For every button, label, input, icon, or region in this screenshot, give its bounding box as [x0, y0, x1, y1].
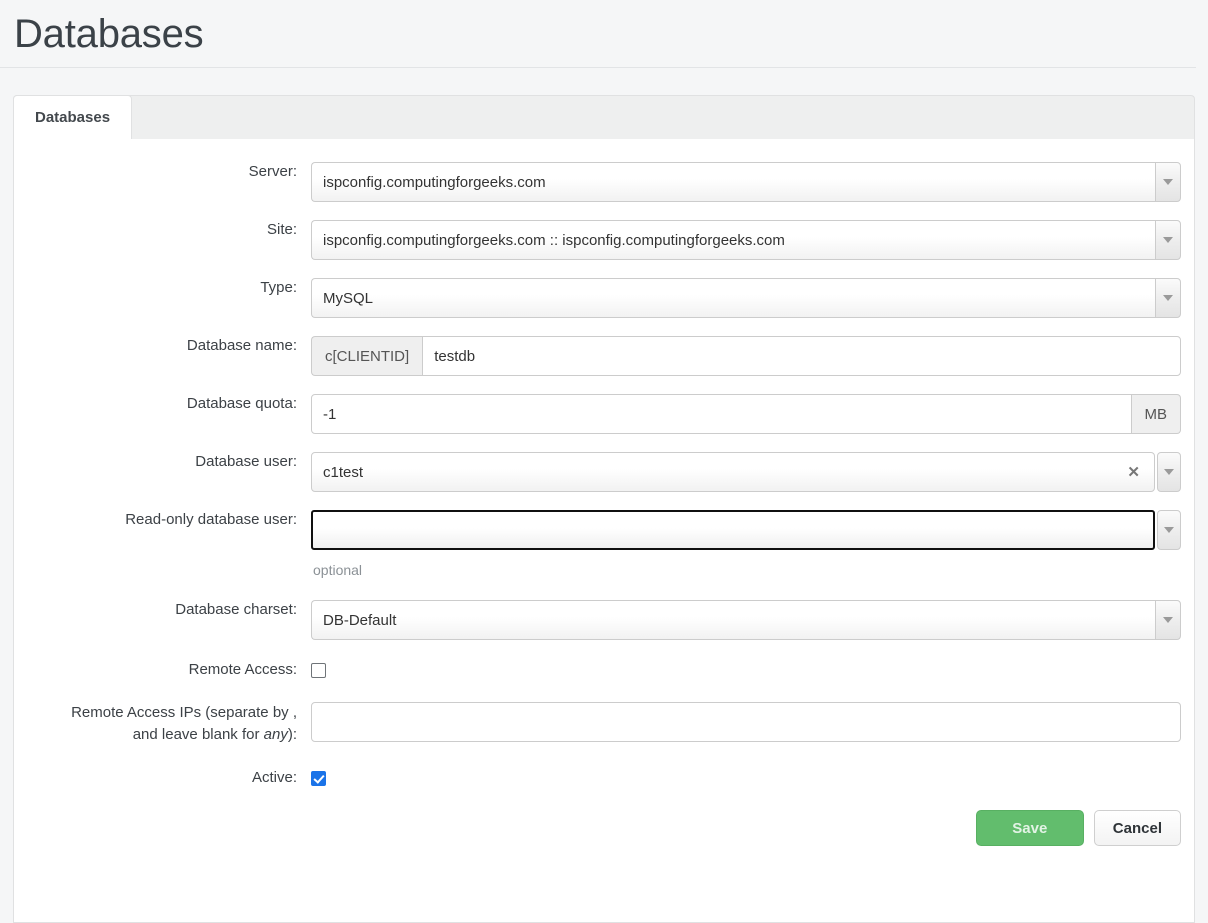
tab-databases[interactable]: Databases: [13, 95, 133, 139]
database-name-group: c[CLIENTID] testdb: [311, 336, 1181, 376]
save-button[interactable]: Save: [975, 810, 1084, 846]
chevron-down-glyph: [1164, 469, 1174, 475]
database-form: Server: ispconfig.computingforgeeks.com …: [14, 139, 1194, 846]
type-select-value: MySQL: [311, 278, 1155, 318]
remote-access-ips-label-line2-post: ):: [287, 726, 297, 743]
database-quota-label: Database quota:: [186, 395, 297, 412]
form-row-remote-access: Remote Access:: [14, 660, 1194, 680]
chevron-down-icon[interactable]: [1155, 162, 1181, 202]
remote-access-label: Remote Access:: [188, 661, 297, 678]
remote-access-ips-input[interactable]: [311, 702, 1181, 742]
chevron-down-icon[interactable]: [1155, 220, 1181, 260]
database-charset-value: DB-Default: [311, 600, 1155, 640]
site-label: Site:: [266, 221, 297, 238]
database-quota-unit: MB: [1131, 394, 1181, 434]
database-quota-group: -1 MB: [311, 394, 1181, 434]
type-select[interactable]: MySQL: [311, 278, 1181, 318]
active-checkbox[interactable]: [311, 771, 326, 786]
chevron-down-glyph: [1163, 237, 1173, 243]
database-user-value: c1test: [323, 463, 364, 481]
remote-access-ips-label: Remote Access IPs (separate by , and lea…: [14, 702, 311, 746]
close-icon[interactable]: ✕: [1127, 465, 1143, 480]
readonly-database-user-combobox[interactable]: [311, 510, 1181, 550]
page-title: Databases: [14, 11, 204, 56]
chevron-down-icon[interactable]: [1157, 510, 1181, 550]
chevron-down-icon[interactable]: [1155, 278, 1181, 318]
chevron-down-glyph: [1164, 527, 1174, 533]
remote-access-ips-label-emphasis: any: [263, 726, 288, 743]
remote-access-ips-label-line1: Remote Access IPs (separate by ,: [71, 704, 297, 721]
remote-access-ips-label-line2-pre: and leave blank for: [132, 726, 264, 743]
form-row-type: Type: MySQL: [14, 278, 1194, 318]
database-user-label: Database user:: [195, 453, 297, 470]
active-label: Active:: [251, 769, 297, 786]
database-name-label: Database name:: [186, 337, 297, 354]
site-select[interactable]: ispconfig.computingforgeeks.com :: ispco…: [311, 220, 1181, 260]
form-row-active: Active:: [14, 768, 1194, 788]
form-actions: Save Cancel: [14, 788, 1194, 846]
cancel-button[interactable]: Cancel: [1093, 810, 1181, 846]
chevron-down-glyph: [1163, 179, 1173, 185]
form-row-site: Site: ispconfig.computingforgeeks.com ::…: [14, 220, 1194, 260]
server-label: Server:: [248, 163, 297, 180]
form-row-database-charset: Database charset: DB-Default: [14, 600, 1194, 640]
page-header: Databases: [0, 0, 1196, 68]
database-name-input[interactable]: testdb: [422, 336, 1181, 376]
form-row-database-user: Database user: c1test ✕: [14, 452, 1194, 492]
tab-databases-label: Databases: [35, 109, 111, 126]
database-charset-select[interactable]: DB-Default: [311, 600, 1181, 640]
server-select-value: ispconfig.computingforgeeks.com: [311, 162, 1155, 202]
readonly-database-user-field[interactable]: [311, 510, 1155, 550]
form-panel: Server: ispconfig.computingforgeeks.com …: [13, 139, 1195, 923]
type-label: Type:: [260, 279, 297, 296]
server-select[interactable]: ispconfig.computingforgeeks.com: [311, 162, 1181, 202]
site-select-value: ispconfig.computingforgeeks.com :: ispco…: [311, 220, 1155, 260]
form-row-database-name: Database name: c[CLIENTID] testdb: [14, 336, 1194, 376]
database-charset-label: Database charset:: [175, 601, 297, 618]
readonly-database-user-hint: optional: [313, 562, 363, 578]
database-quota-input[interactable]: -1: [311, 394, 1132, 434]
form-row-server: Server: ispconfig.computingforgeeks.com: [14, 162, 1194, 202]
chevron-down-icon[interactable]: [1155, 600, 1181, 640]
chevron-down-icon[interactable]: [1157, 452, 1181, 492]
tab-bar: Databases: [13, 95, 1195, 139]
form-row-remote-access-ips: Remote Access IPs (separate by , and lea…: [14, 702, 1194, 746]
database-user-combobox[interactable]: c1test ✕: [311, 452, 1181, 492]
remote-access-checkbox[interactable]: [311, 663, 326, 678]
chevron-down-glyph: [1163, 617, 1173, 623]
form-row-database-quota: Database quota: -1 MB: [14, 394, 1194, 434]
chevron-down-glyph: [1163, 295, 1173, 301]
database-user-field[interactable]: c1test ✕: [311, 452, 1155, 492]
readonly-database-user-label: Read-only database user:: [125, 511, 297, 528]
database-name-prefix: c[CLIENTID]: [311, 336, 423, 376]
form-row-readonly-database-user: Read-only database user: optional: [14, 510, 1194, 578]
